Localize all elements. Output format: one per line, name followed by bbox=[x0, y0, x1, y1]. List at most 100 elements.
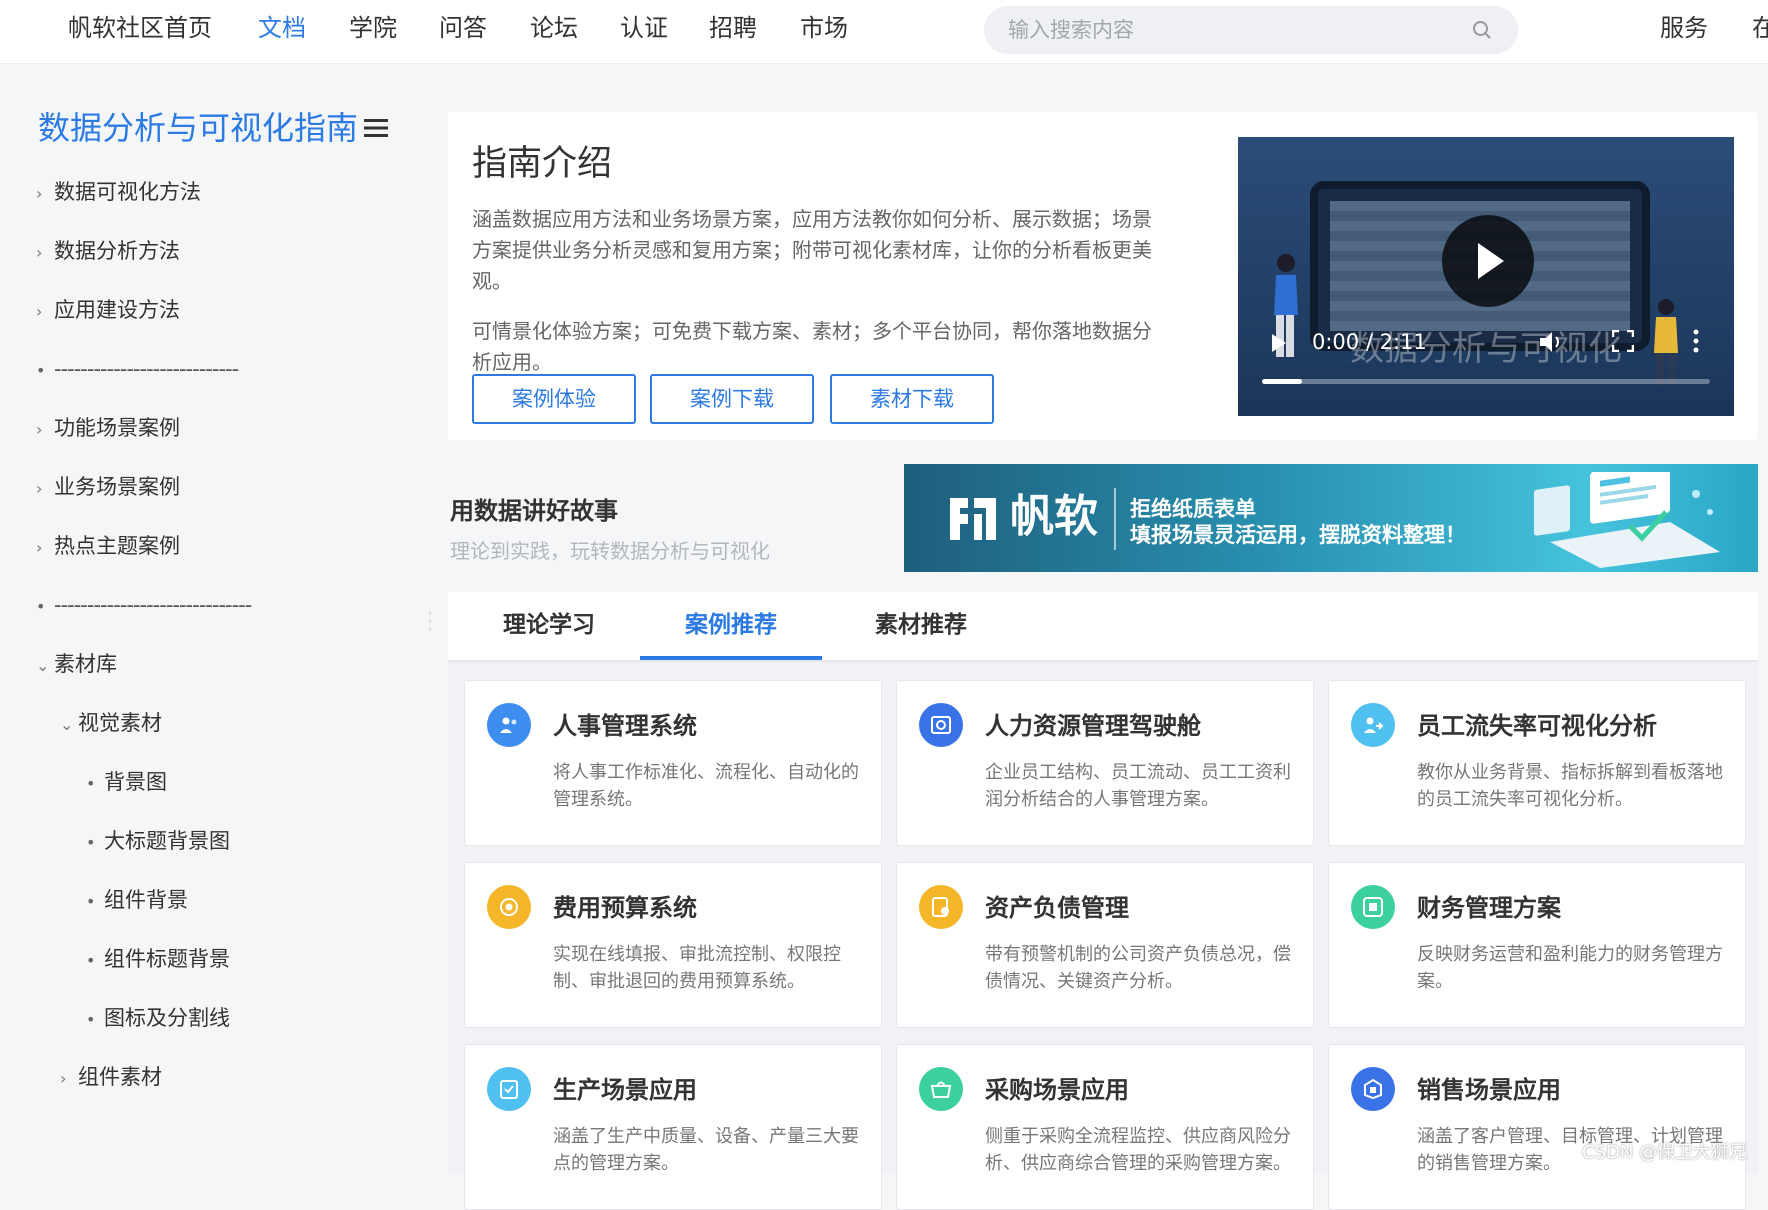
nav-academy-link[interactable]: 学院 bbox=[349, 12, 397, 44]
banner-logo-text: 帆软 bbox=[1010, 491, 1098, 542]
bullet-icon: • bbox=[86, 1010, 96, 1029]
sidebar: 数据分析与可视化指南 › 数据可视化方法 › 数据分析方法 › 应用建设方法 • ---… bbox=[0, 65, 426, 1174]
intro-paragraph-2: 可情景化体验方案；可免费下载方案、素材；多个平台协同，帮你落地数据分析应用。 bbox=[472, 319, 1152, 374]
search-box bbox=[984, 6, 1518, 54]
sidebar-divider-item[interactable]: • ------------------------------ bbox=[36, 590, 252, 622]
bullet-icon: • bbox=[36, 597, 46, 616]
case-card[interactable]: 财务管理方案 反映财务运营和盈利能力的财务管理方案。 bbox=[1328, 862, 1746, 1028]
top-navigation-bar: 帆软社区首页 文档 学院 问答 论坛 认证 招聘 市场 服务 在 bbox=[0, 0, 1768, 64]
banner-slogan-line-2: 填报场景灵活运用，摆脱资料整理！ bbox=[1130, 523, 1466, 547]
menu-icon[interactable] bbox=[364, 118, 388, 142]
case-card[interactable]: 采购场景应用 侧重于采购全流程监控、供应商风险分析、供应商综合管理的采购管理方案。 bbox=[896, 1044, 1314, 1210]
case-card[interactable]: 员工流失率可视化分析 教你从业务背景、指标拆解到看板落地的员工流失率可视化分析。 bbox=[1328, 680, 1746, 846]
sidebar-item-icons-dividers[interactable]: • 图标及分割线 bbox=[86, 1003, 230, 1035]
sidebar-item-app-build-methods[interactable]: › 应用建设方法 bbox=[36, 295, 180, 327]
tab-case-recommendation[interactable]: 案例推荐 bbox=[640, 608, 822, 642]
sidebar-item-material-library[interactable]: ⌄ 素材库 bbox=[36, 649, 117, 681]
sidebar-item-label: 热点主题案例 bbox=[54, 534, 180, 558]
basket-icon bbox=[919, 1067, 963, 1111]
sidebar-item-hot-topic-cases[interactable]: › 热点主题案例 bbox=[36, 531, 180, 563]
sidebar-item-label: 组件标题背景 bbox=[104, 947, 230, 971]
nav-certification-link[interactable]: 认证 bbox=[620, 12, 668, 44]
nav-more-link[interactable]: 在 bbox=[1752, 12, 1768, 44]
video-progress-bar[interactable] bbox=[1262, 379, 1710, 384]
case-card[interactable]: 资产负债管理 带有预警机制的公司资产负债总况，偿债情况、关键资产分析。 bbox=[896, 862, 1314, 1028]
search-input[interactable] bbox=[1008, 14, 1448, 46]
nav-qa-link[interactable]: 问答 bbox=[439, 12, 487, 44]
case-card[interactable]: 销售场景应用 涵盖了客户管理、目标管理、计划管理的销售管理方案。 bbox=[1328, 1044, 1746, 1210]
fanruan-logo-icon bbox=[946, 494, 1000, 548]
tab-material-recommendation[interactable]: 素材推荐 bbox=[862, 608, 980, 642]
sidebar-item-label: 数据分析方法 bbox=[54, 239, 180, 263]
bullet-icon: • bbox=[36, 361, 46, 380]
case-download-button[interactable]: 案例下载 bbox=[650, 374, 814, 424]
bullet-icon: • bbox=[86, 833, 96, 852]
sidebar-item-label: 组件素材 bbox=[78, 1065, 162, 1089]
banner-separator bbox=[1114, 488, 1116, 550]
sales-icon bbox=[1351, 1067, 1395, 1111]
sidebar-item-label: 应用建设方法 bbox=[54, 298, 180, 322]
tab-theory-learning[interactable]: 理论学习 bbox=[490, 608, 608, 642]
more-options-icon[interactable] bbox=[1692, 328, 1700, 358]
chevron-right-icon: › bbox=[36, 479, 43, 498]
case-title[interactable]: 销售场景应用 bbox=[1417, 1073, 1561, 1107]
sidebar-item-label: 功能场景案例 bbox=[54, 416, 180, 440]
case-card[interactable]: 人事管理系统 将人事工作标准化、流程化、自动化的管理系统。 bbox=[464, 680, 882, 846]
promo-banner[interactable]: 帆软 拒绝纸质表单 填报场景灵活运用，摆脱资料整理！ bbox=[904, 464, 1758, 572]
case-description: 涵盖了生产中质量、设备、产量三大要点的管理方案。 bbox=[553, 1126, 859, 1174]
story-section-title: 用数据讲好故事 bbox=[450, 497, 618, 525]
user-leave-icon bbox=[1351, 703, 1395, 747]
sidebar-item-background-image[interactable]: • 背景图 bbox=[86, 767, 167, 799]
nav-forum-link[interactable]: 论坛 bbox=[530, 12, 578, 44]
sidebar-item-title-background[interactable]: • 大标题背景图 bbox=[86, 826, 230, 858]
search-icon[interactable] bbox=[1472, 20, 1492, 44]
chevron-right-icon: › bbox=[36, 184, 43, 203]
sidebar-item-component-title-background[interactable]: • 组件标题背景 bbox=[86, 944, 230, 976]
tab-bar: 理论学习 案例推荐 素材推荐 bbox=[448, 592, 1758, 662]
case-title[interactable]: 费用预算系统 bbox=[553, 891, 697, 925]
active-tab-indicator bbox=[640, 656, 822, 660]
nav-market-link[interactable]: 市场 bbox=[800, 12, 848, 44]
sidebar-item-label: ------------------------------ bbox=[54, 593, 252, 617]
case-title[interactable]: 财务管理方案 bbox=[1417, 891, 1561, 925]
sidebar-item-component-background[interactable]: • 组件背景 bbox=[86, 885, 188, 917]
nav-jobs-link[interactable]: 招聘 bbox=[709, 12, 757, 44]
case-card[interactable]: 人力资源管理驾驶舱企业员工结构、员工流动、员工工资利润分析结合的人事管理方案。 bbox=[896, 680, 1314, 846]
sidebar-item-label: 组件背景 bbox=[104, 888, 188, 912]
dashboard-icon bbox=[919, 703, 963, 747]
case-title[interactable]: 资产负债管理 bbox=[985, 891, 1129, 925]
sidebar-item-function-cases[interactable]: › 功能场景案例 bbox=[36, 413, 180, 445]
sidebar-resize-handle[interactable]: · · · bbox=[428, 607, 432, 637]
intro-title: 指南介绍 bbox=[472, 144, 613, 184]
sidebar-item-business-cases[interactable]: › 业务场景案例 bbox=[36, 472, 180, 504]
sidebar-title: 数据分析与可视化指南 bbox=[38, 109, 359, 147]
play-icon[interactable] bbox=[1270, 333, 1288, 357]
material-download-button[interactable]: 素材下载 bbox=[830, 374, 994, 424]
case-title[interactable]: 人力资源管理驾驶舱 bbox=[985, 709, 1201, 743]
bullet-icon: • bbox=[86, 951, 96, 970]
case-title[interactable]: 生产场景应用 bbox=[553, 1073, 697, 1107]
volume-icon[interactable] bbox=[1538, 330, 1564, 358]
coin-icon bbox=[487, 885, 531, 929]
sidebar-item-analysis-methods[interactable]: › 数据分析方法 bbox=[36, 236, 180, 268]
sidebar-divider-item[interactable]: • ---------------------------- bbox=[36, 354, 239, 386]
case-title[interactable]: 人事管理系统 bbox=[553, 709, 697, 743]
sidebar-item-component-materials[interactable]: › 组件素材 bbox=[60, 1062, 162, 1094]
nav-service-link[interactable]: 服务 bbox=[1660, 12, 1708, 44]
sidebar-item-visualization-methods[interactable]: › 数据可视化方法 bbox=[36, 177, 201, 209]
nav-home-link[interactable]: 帆软社区首页 bbox=[68, 12, 212, 44]
video-play-button[interactable] bbox=[1442, 215, 1534, 307]
case-description: 企业员工结构、员工流动、员工工资利润分析结合的人事管理方案。 bbox=[985, 762, 1291, 810]
fullscreen-icon[interactable] bbox=[1611, 329, 1635, 356]
story-section-subtitle: 理论到实践，玩转数据分析与可视化 bbox=[450, 539, 770, 563]
case-card[interactable]: 生产场景应用涵盖了生产中质量、设备、产量三大要点的管理方案。 bbox=[464, 1044, 882, 1210]
chevron-right-icon: › bbox=[36, 302, 43, 321]
nav-docs-link[interactable]: 文档 bbox=[258, 12, 306, 44]
case-title[interactable]: 采购场景应用 bbox=[985, 1073, 1129, 1107]
case-card[interactable]: 费用预算系统 实现在线填报、审批流控制、权限控制、审批退回的费用预算系统。 bbox=[464, 862, 882, 1028]
sidebar-item-visual-materials[interactable]: ⌄ 视觉素材 bbox=[60, 708, 162, 740]
clipboard-icon bbox=[487, 1067, 531, 1111]
case-experience-button[interactable]: 案例体验 bbox=[472, 374, 636, 424]
intro-video-player[interactable]: 数据分析与可视化 0:00 / 2:11 bbox=[1238, 137, 1734, 416]
case-title[interactable]: 员工流失率可视化分析 bbox=[1417, 709, 1657, 743]
